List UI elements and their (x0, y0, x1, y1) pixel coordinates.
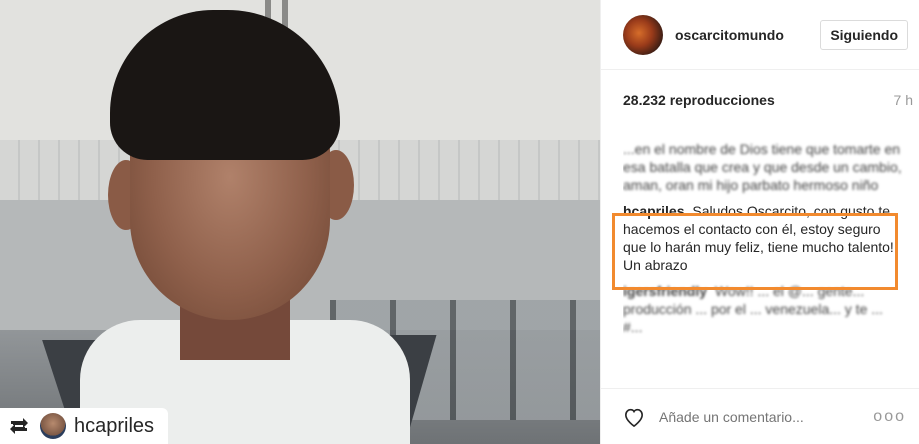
post-header: oscarcitomundo Siguiendo (601, 0, 919, 70)
post-stats: 28.232 reproducciones 7 h (623, 92, 913, 108)
view-count: 28.232 reproducciones (623, 92, 775, 108)
comment-item: ...en el nombre de Dios tiene que tomart… (623, 140, 903, 194)
repost-badge[interactable]: hcapriles (0, 408, 169, 444)
repost-icon (6, 413, 32, 439)
post-actions: ooo (601, 388, 919, 444)
comment-text: ...en el nombre de Dios tiene que tomart… (623, 141, 902, 193)
comment-username[interactable]: igersfriendly (623, 283, 707, 299)
heart-icon[interactable] (623, 406, 647, 428)
repost-username[interactable]: hcapriles (74, 415, 154, 438)
author-username[interactable]: oscarcitomundo (675, 27, 820, 43)
repost-avatar (40, 413, 66, 439)
comment-input[interactable] (659, 408, 874, 425)
comment-item: hcapriles Saludos Oscarcito, con gusto t… (623, 202, 903, 274)
comment-item: igersfriendly Wow!! ... el @... gente...… (623, 282, 903, 336)
more-options-icon[interactable]: ooo (873, 408, 906, 426)
following-button[interactable]: Siguiendo (820, 19, 908, 50)
video-post-media[interactable]: hcapriles (0, 0, 600, 444)
comment-username[interactable]: hcapriles (623, 203, 684, 219)
avatar[interactable] (623, 14, 663, 55)
post-time[interactable]: 7 h (894, 92, 913, 108)
comments-list[interactable]: ...en el nombre de Dios tiene que tomart… (623, 140, 903, 385)
post-sidebar: oscarcitomundo Siguiendo 28.232 reproduc… (600, 0, 919, 444)
